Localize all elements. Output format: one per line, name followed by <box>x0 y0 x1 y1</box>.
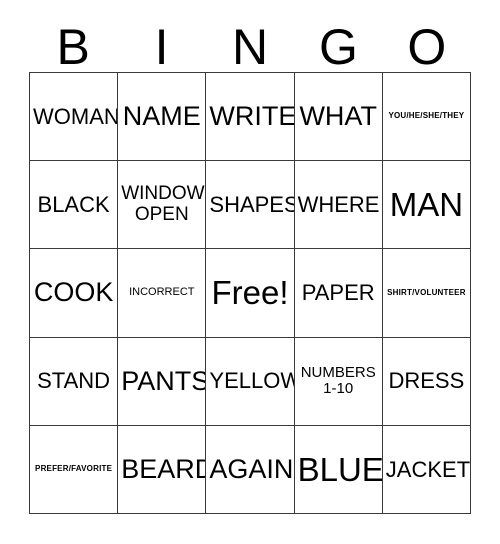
bingo-cell-label: BLACK <box>37 191 110 217</box>
bingo-cell[interactable]: YOU/HE/SHE/THEY <box>382 73 471 162</box>
bingo-grid: WOMAN NAME WRITE WHAT YOU/HE/SHE/THEY BLACK WI… <box>29 72 471 514</box>
bingo-cell-label: PANTS <box>121 365 207 396</box>
bingo-free-space[interactable]: Free! <box>206 249 295 338</box>
header-letter-n: N <box>231 19 269 75</box>
bingo-cell[interactable]: WINDOW OPEN <box>118 161 207 250</box>
bingo-cell[interactable]: BEARD <box>118 425 207 514</box>
bingo-cell[interactable]: PREFER/FAVORITE <box>30 425 119 514</box>
bingo-cell-label: DRESS <box>388 368 465 394</box>
bingo-cell-label: STAND <box>37 368 111 394</box>
bingo-cell-label: WOMAN <box>33 103 119 129</box>
bingo-cell-label: JACKET <box>385 456 471 482</box>
bingo-cell[interactable]: SHAPES <box>206 161 295 250</box>
bingo-cell[interactable]: INCORRECT <box>118 249 207 338</box>
bingo-cell-label: PREFER/FAVORITE <box>35 464 113 474</box>
bingo-cell[interactable]: WOMAN <box>30 73 119 162</box>
header-letter-i: I <box>154 19 169 75</box>
bingo-cell-label: AGAIN <box>209 453 294 484</box>
bingo-cell-label: NUMBERS 1-10 <box>300 364 376 398</box>
bingo-cell[interactable]: AGAIN <box>206 425 295 514</box>
bingo-cell-label: PAPER <box>301 280 375 306</box>
header-letter-o: O <box>407 19 447 75</box>
bingo-cell[interactable]: BLACK <box>30 161 119 250</box>
bingo-cell-label: WINDOW OPEN <box>121 183 205 225</box>
bingo-cell[interactable]: COOK <box>30 249 119 338</box>
bingo-header-letters: B I N G O <box>29 14 471 72</box>
bingo-cell[interactable]: PANTS <box>118 337 207 426</box>
bingo-cell-label: BLUE <box>297 450 383 488</box>
bingo-cell[interactable]: PAPER <box>294 249 383 338</box>
bingo-cell[interactable]: WRITE <box>206 73 295 162</box>
bingo-cell-label: Free! <box>211 274 289 312</box>
bingo-cell[interactable]: WHERE <box>294 161 383 250</box>
bingo-cell[interactable]: STAND <box>30 337 119 426</box>
bingo-cell[interactable]: NUMBERS 1-10 <box>294 337 383 426</box>
bingo-cell[interactable]: DRESS <box>382 337 471 426</box>
bingo-cell[interactable]: WHAT <box>294 73 383 162</box>
bingo-cell-label: COOK <box>33 277 114 308</box>
bingo-cell-label: YOU/HE/SHE/THEY <box>388 111 465 121</box>
bingo-card: B I N G O WOMAN NAME WRITE WHAT YOU/HE/SHE/T… <box>0 0 500 544</box>
bingo-cell[interactable]: NAME <box>118 73 207 162</box>
bingo-cell-label: BEARD <box>121 453 207 484</box>
bingo-cell-label: INCORRECT <box>129 286 195 299</box>
bingo-cell-label: SHIRT/VOLUNTEER <box>387 287 466 297</box>
bingo-cell-label: NAME <box>122 101 201 132</box>
bingo-cell-label: SHAPES <box>209 191 295 217</box>
bingo-cell-label: MAN <box>389 185 464 223</box>
bingo-cell[interactable]: JACKET <box>382 425 471 514</box>
bingo-cell[interactable]: YELLOW <box>206 337 295 426</box>
header-letter-b: B <box>56 19 90 75</box>
bingo-cell-label: WHERE <box>297 191 380 217</box>
bingo-cell[interactable]: MAN <box>382 161 471 250</box>
bingo-cell-label: WRITE <box>209 101 295 132</box>
bingo-cell-label: WHAT <box>299 101 377 132</box>
bingo-cell[interactable]: SHIRT/VOLUNTEER <box>382 249 471 338</box>
bingo-cell[interactable]: BLUE <box>294 425 383 514</box>
bingo-cell-label: YELLOW <box>209 368 295 394</box>
header-letter-g: G <box>318 19 358 75</box>
